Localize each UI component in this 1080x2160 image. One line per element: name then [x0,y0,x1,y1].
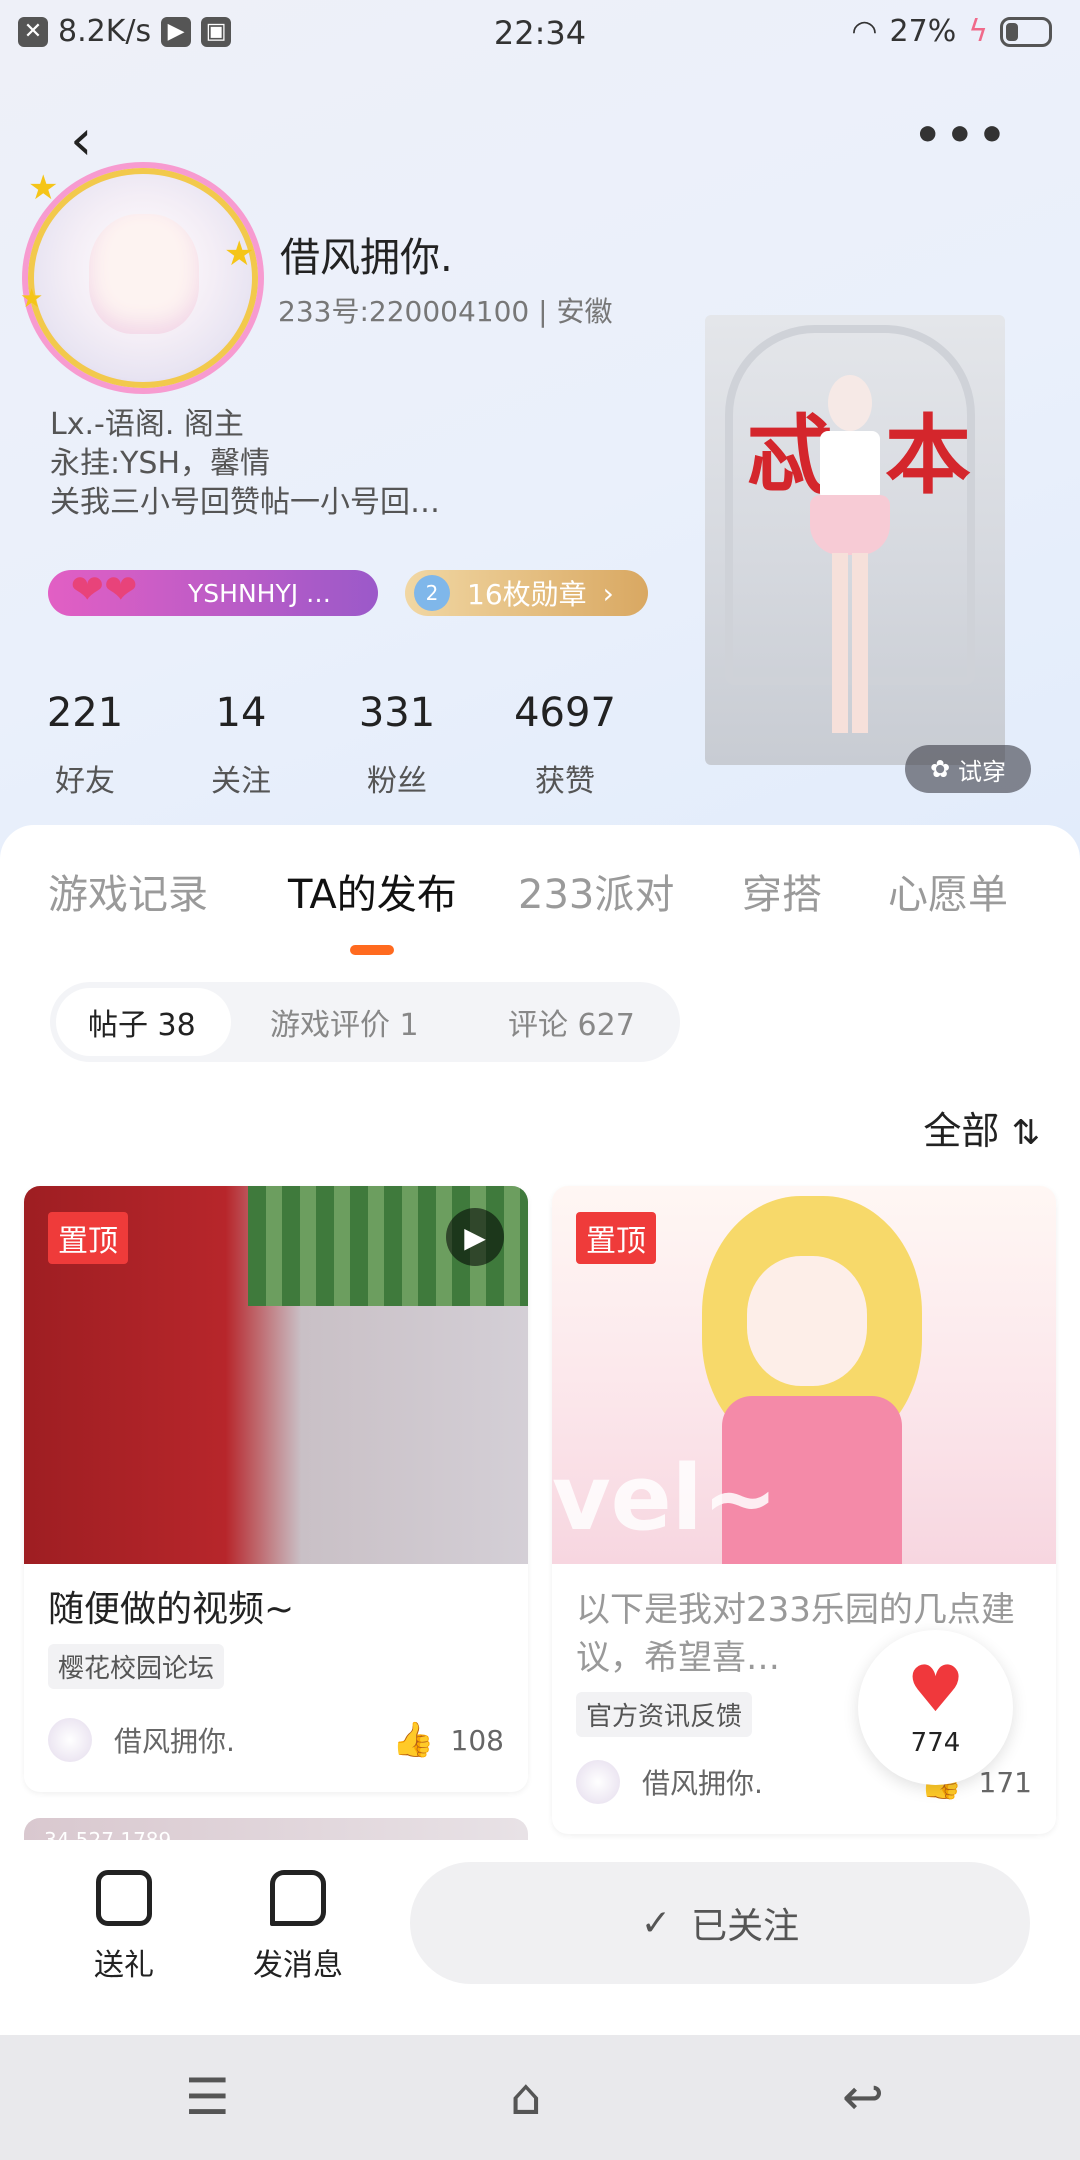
stat-label: 好友 [55,764,115,799]
subtab-game-reviews[interactable]: 游戏评价 1 [270,1000,419,1044]
location: 安徽 [556,295,613,328]
avatar-figure [810,375,890,745]
status-bar: ✕ 8.2K/s ▶ ▣ 22:34 ◠ 27% ϟ [0,0,1080,70]
thumbnail-art [747,1256,867,1386]
uid-separator: | [538,295,557,328]
status-right: ◠ 27% ϟ [851,14,1052,49]
gift-button[interactable]: 送礼 [64,1870,184,1984]
stat-likes[interactable]: 4697 获赞 [500,690,630,800]
post-tag[interactable]: 樱花校园论坛 [48,1644,225,1689]
stat-label: 关注 [211,764,271,799]
try-on-label: 试穿 [958,757,1007,786]
post-title: 随便做的视频~ [48,1589,295,1630]
battery-percent: 27% [889,14,957,49]
bio-line: Lx.-语阁. 阁主 [50,407,244,442]
tab-party[interactable]: 233派对 [518,862,674,920]
post-tag[interactable]: 官方资讯反馈 [576,1692,753,1737]
try-on-button[interactable]: ✿ 试穿 [905,745,1031,793]
filter-label: 全部 [923,1109,1000,1153]
stat-label: 粉丝 [367,764,427,799]
wifi-icon: ◠ [851,14,878,49]
battery-icon [1000,16,1052,47]
bio[interactable]: Lx.-语阁. 阁主 永挂:YSH，馨情 关我三小号回赞帖一小号回… [50,405,440,522]
floating-like-count: 774 [910,1727,961,1758]
gift-icon [96,1870,152,1926]
post-meta: 借风拥你. 👍 108 [48,1718,504,1762]
play-icon: ▶ [446,1208,504,1266]
pinned-badge: 置顶 [48,1212,128,1264]
stat-value: 221 [46,690,124,736]
thumbs-up-icon[interactable]: 👍 [392,1720,434,1760]
tab-indicator [350,945,394,955]
like-count: 171 [978,1765,1032,1799]
medal-icon: 2 [414,575,450,611]
more-options-icon[interactable]: ••• [914,110,1010,161]
avatar[interactable]: ★ ★ ★ [20,168,258,388]
uid-line: 233号:220004100 | 安徽 [278,290,612,330]
home-icon[interactable]: ⌂ [510,2068,542,2126]
subtab-posts[interactable]: 帖子 38 [88,1000,196,1044]
thumbnail-lettering: vel~ [552,1446,778,1551]
star-icon: ★ [224,234,255,274]
avatar-face [89,214,199,334]
follow-button[interactable]: ✓ 已关注 [410,1862,1030,1984]
floating-like-button[interactable]: ♥ 774 [858,1630,1013,1785]
author-name: 借风拥你. [114,1725,235,1758]
outfit-preview[interactable]: 忒 本 [705,315,1005,765]
uid: 233号:220004100 [278,295,530,328]
author-name: 借风拥你. [642,1767,763,1800]
charging-icon: ϟ [968,14,988,49]
stat-label: 获赞 [535,764,595,799]
star-icon: ★ [20,284,44,314]
post-card[interactable]: 置顶 ▶ 随便做的视频~ 樱花校园论坛 借风拥你. 👍 108 [24,1186,528,1792]
gift-label: 送礼 [94,1948,154,1983]
sort-icon: ⇅ [1011,1113,1041,1153]
stat-value: 331 [358,690,436,736]
post-thumbnail: vel~ 置顶 [552,1186,1056,1564]
tab-wishlist[interactable]: 心愿单 [888,862,1008,920]
medals-label: 16枚勋章 [467,578,587,611]
chat-bubble-icon [270,1870,326,1926]
stat-friends[interactable]: 221 好友 [20,690,150,800]
stat-fans[interactable]: 331 粉丝 [332,690,462,800]
fan-badge-label: YSHNHYJ … [188,578,332,608]
username: 借风拥你. [280,235,453,281]
filter-dropdown[interactable]: 全部 ⇅ [923,1100,1040,1155]
tab-posts[interactable]: TA的发布 [288,862,457,920]
stat-value: 14 [215,690,267,736]
follow-label: 已关注 [691,1906,800,1947]
heart-icon: ♥ [906,1652,965,1727]
tab-game-records[interactable]: 游戏记录 [48,862,208,920]
menu-icon[interactable]: ☰ [185,2068,230,2126]
winged-hearts-icon: ❤❤ [70,567,138,613]
subtab-comments[interactable]: 评论 627 [508,1000,635,1044]
shirt-icon: ✿ [929,755,951,783]
message-label: 发消息 [253,1948,343,1983]
bio-line: 关我三小号回赞帖一小号回… [50,485,440,520]
tab-outfits[interactable]: 穿搭 [742,862,822,920]
author-avatar [576,1760,620,1804]
post-thumbnail: 置顶 ▶ [24,1186,528,1564]
back-nav-icon[interactable]: ↩ [842,2068,884,2126]
back-arrow-icon[interactable]: ‹ [70,108,92,173]
check-icon: ✓ [640,1902,672,1944]
like-count: 108 [450,1723,504,1757]
stat-value: 4697 [514,690,616,736]
decor-glyph: 本 [885,406,971,506]
stat-following[interactable]: 14 关注 [176,690,306,800]
star-icon: ★ [28,168,59,208]
pinned-badge: 置顶 [576,1212,656,1264]
message-button[interactable]: 发消息 [238,1870,358,1984]
author-avatar [48,1718,92,1762]
chevron-right-icon: › [602,576,614,610]
bio-line: 永挂:YSH，馨情 [50,446,271,481]
